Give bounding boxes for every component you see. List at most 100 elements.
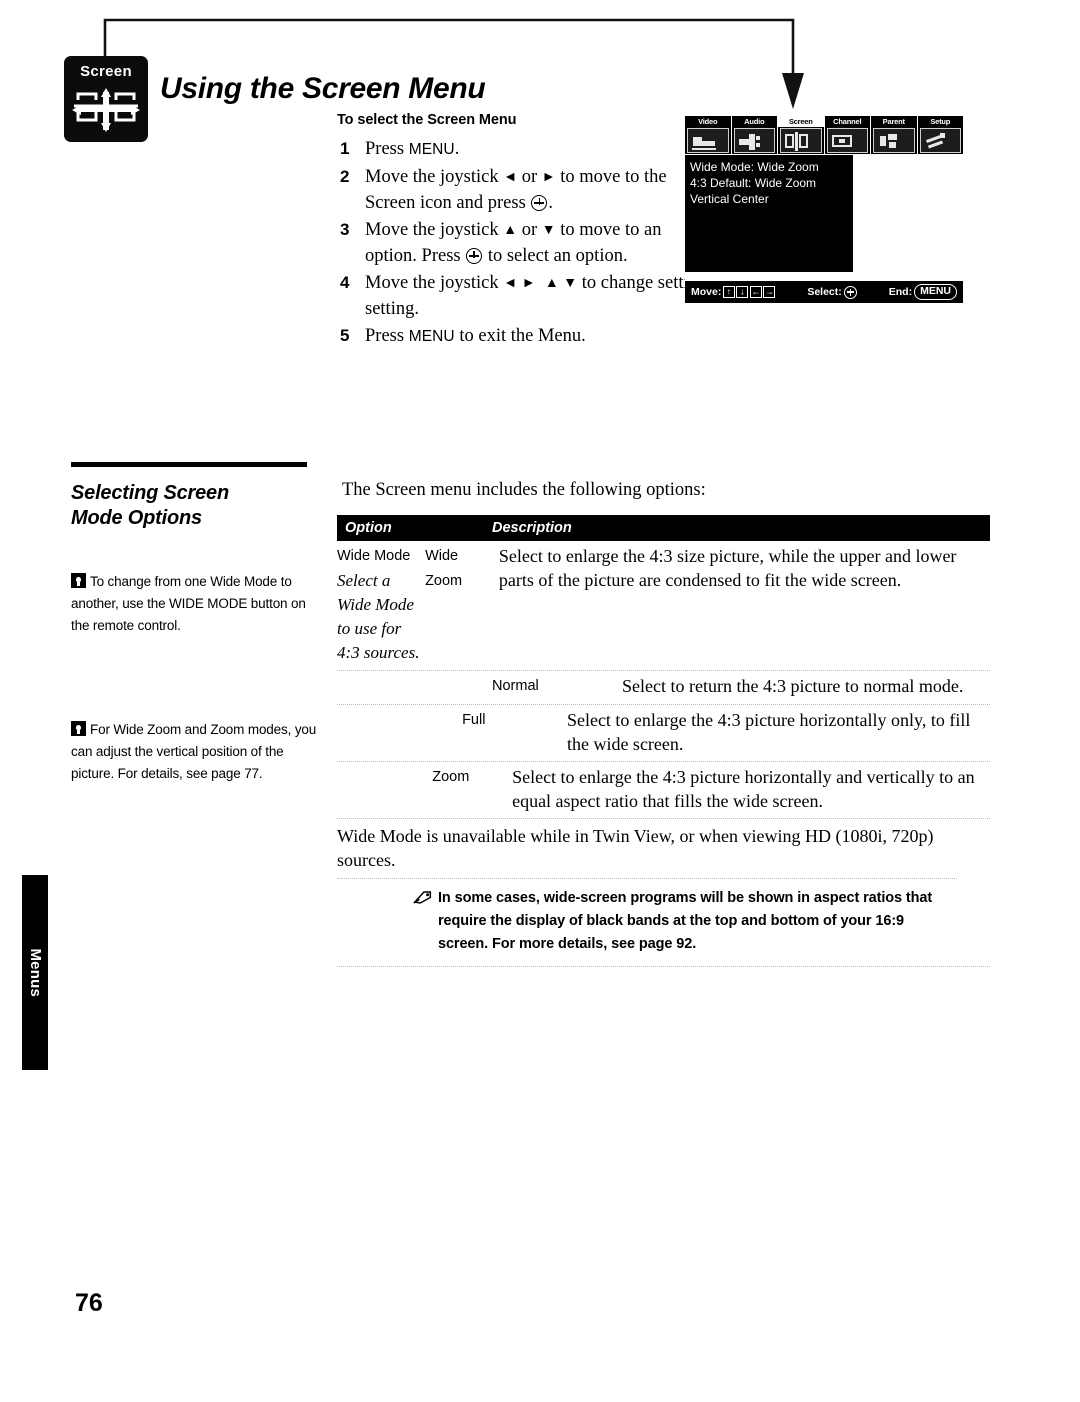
- sidebar-notes-column: Selecting Screen Mode Options To change …: [71, 462, 326, 867]
- cell-value: Wide Zoom: [425, 548, 463, 589]
- tv-tab-label: Audio: [731, 116, 777, 127]
- screen-resize-glyph-icon: [72, 88, 140, 132]
- screen-icon: [780, 128, 822, 153]
- option-name: Wide Mode: [337, 548, 411, 564]
- cell-description: Select to enlarge the 4:3 size picture, …: [498, 546, 957, 590]
- caution-text: In some cases, wide-screen programs will…: [438, 890, 933, 952]
- procedure-step: 2 Move the joystick ◄ or ► to move to th…: [337, 164, 667, 216]
- select-button-icon: [531, 195, 548, 211]
- sidebar-heading: Selecting Screen Mode Options: [71, 481, 326, 531]
- key-label: MENU: [408, 141, 455, 158]
- table-row: Full Select to enlarge the 4:3 picture h…: [337, 705, 990, 762]
- step-number: 3: [340, 220, 350, 239]
- page-title: Using the Screen Menu: [160, 72, 486, 106]
- joystick-left-arrow-icon: ◄: [503, 276, 518, 291]
- step-text-segment: Press: [365, 139, 409, 159]
- step-number: 4: [340, 273, 350, 292]
- step-text-segment: Move the joystick: [365, 273, 504, 293]
- select-hint: Select:: [807, 285, 857, 299]
- tv-tab-parent[interactable]: Parent: [871, 116, 918, 154]
- tv-tab-audio[interactable]: Audio: [731, 116, 778, 154]
- end-label: End:: [888, 286, 913, 298]
- joystick-left-arrow-icon: ◄: [503, 170, 518, 185]
- caution-note: In some cases, wide-screen programs will…: [337, 879, 990, 967]
- up-arrow-key-icon: ↑: [722, 286, 735, 298]
- screen-options-table: Option Description Wide Mode Select a Wi…: [337, 515, 990, 967]
- step-number: 2: [340, 167, 350, 186]
- cell-description: Select to return the 4:3 picture to norm…: [622, 676, 964, 696]
- step-text-segment: .: [454, 139, 460, 159]
- cell-description: Select to enlarge the 4:3 picture horizo…: [566, 710, 971, 754]
- tv-tab-label: Parent: [871, 116, 917, 127]
- joystick-up-arrow-icon: ▲: [503, 223, 518, 238]
- procedure-step: 3 Move the joystick ▲ or ▼ to move to an…: [337, 217, 667, 269]
- select-button-icon: [843, 285, 857, 299]
- tv-menu-tabbar: Video Audio Screen Channel Parent Setup: [685, 116, 963, 154]
- channel-icon: [826, 128, 868, 153]
- page-number: 76: [75, 1289, 103, 1317]
- procedure-step: 5 Press MENU to exit the Menu.: [337, 323, 667, 350]
- column-header-description: Description: [492, 520, 572, 536]
- lightbulb-tip-icon: [71, 721, 86, 736]
- down-arrow-key-icon: ↓: [736, 286, 749, 298]
- end-hint: End: MENU: [889, 284, 957, 300]
- procedure-block: To select the Screen Menu 1 Press MENU. …: [337, 112, 945, 351]
- left-arrow-key-icon: ←: [749, 286, 762, 298]
- step-text: Move the joystick ◄ or ► to move to the …: [365, 164, 667, 216]
- step-number: 5: [340, 326, 350, 345]
- joystick-down-arrow-icon: ▼: [563, 276, 578, 291]
- select-label: Select:: [807, 286, 842, 298]
- tv-menu-option-list: Wide Mode: Wide Zoom 4:3 Default: Wide Z…: [685, 155, 853, 272]
- step-text: Move the joystick ▲ or ▼ to move to an o…: [365, 217, 667, 269]
- cell-value: Full: [462, 712, 486, 728]
- key-label: MENU: [408, 328, 455, 345]
- right-arrow-key-icon: →: [763, 286, 776, 298]
- step-text-segment: or: [517, 167, 542, 187]
- tv-menu-help-bar: Move: ↑ ↓ ← → Select: End: MENU: [685, 281, 963, 303]
- table-row: Normal Select to return the 4:3 picture …: [337, 671, 990, 705]
- step-text-segment: or: [517, 220, 542, 240]
- tv-tab-label: Screen: [778, 116, 824, 127]
- step-text-segment: Move the joystick: [365, 167, 504, 187]
- table-footnote: Wide Mode is unavailable while in Twin V…: [337, 819, 957, 879]
- tv-menu-option-item[interactable]: Wide Mode: Wide Zoom: [690, 159, 848, 175]
- joystick-right-arrow-icon: ►: [541, 170, 556, 185]
- move-hint: Move: ↑ ↓ ← →: [691, 286, 776, 298]
- cell-description: Select to enlarge the 4:3 picture horizo…: [512, 767, 975, 811]
- tv-tab-video[interactable]: Video: [685, 116, 732, 154]
- step-number: 1: [340, 139, 350, 158]
- option-note: Select a Wide Mode to use for 4:3 source…: [337, 571, 420, 662]
- screen-menu-icon: Screen: [64, 56, 148, 142]
- table-header-row: Option Description: [337, 515, 990, 541]
- tip-note-text: For Wide Zoom and Zoom modes, you can ad…: [71, 722, 317, 781]
- table-row: Wide Mode Select a Wide Mode to use for …: [337, 541, 990, 671]
- column-header-option: Option: [345, 520, 392, 536]
- step-text-segment: to exit the Menu.: [454, 326, 586, 346]
- cell-value: Zoom: [432, 769, 470, 785]
- tv-menu-option-item[interactable]: Vertical Center: [690, 191, 848, 207]
- step-text-segment: Move the joystick: [365, 220, 504, 240]
- tv-tab-setup[interactable]: Setup: [917, 116, 963, 154]
- tv-tab-screen[interactable]: Screen: [778, 116, 825, 154]
- procedure-step: 1 Press MENU.: [337, 136, 667, 163]
- cell-option: Wide Mode Select a Wide Mode to use for …: [337, 544, 425, 665]
- tip-note: To change from one Wide Mode to another,…: [71, 571, 326, 637]
- step-text-segment: Press: [365, 326, 409, 346]
- lightbulb-tip-icon: [71, 573, 86, 588]
- tv-onscreen-menu-illustration: Video Audio Screen Channel Parent Setup …: [685, 116, 963, 312]
- select-button-icon: [466, 248, 483, 264]
- section-thumb-tab-label: Menus: [27, 948, 44, 997]
- tv-tab-label: Video: [685, 116, 731, 127]
- procedure-heading: To select the Screen Menu: [337, 112, 517, 128]
- joystick-up-arrow-icon: ▲: [544, 276, 559, 291]
- setup-gear-icon: [919, 128, 961, 153]
- note-pencil-icon: [412, 889, 438, 911]
- sidebar-heading-line1: Selecting Screen: [71, 482, 229, 504]
- table-row: Zoom Select to enlarge the 4:3 picture h…: [337, 762, 990, 819]
- section-rule: [71, 462, 307, 467]
- tv-menu-option-item[interactable]: 4:3 Default: Wide Zoom: [690, 175, 848, 191]
- cell-value: Normal: [492, 678, 539, 694]
- tip-note-text: To change from one Wide Mode to another,…: [71, 574, 306, 633]
- tv-tab-channel[interactable]: Channel: [824, 116, 871, 154]
- joystick-down-arrow-icon: ▼: [541, 223, 556, 238]
